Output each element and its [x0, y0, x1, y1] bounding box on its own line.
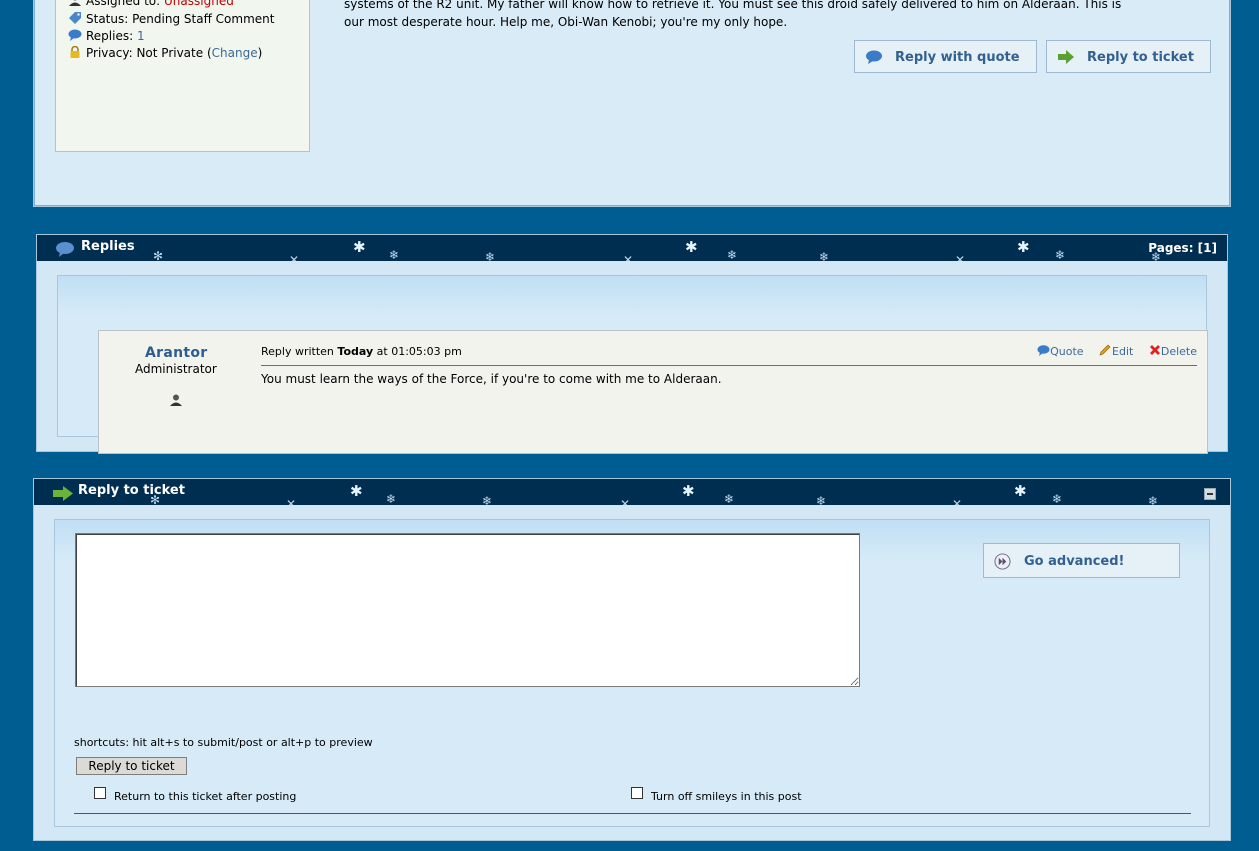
arrow-right-icon [53, 486, 73, 501]
lock-icon [70, 46, 80, 58]
ticket-info-box: Assigned to: Unassigned Status: Pending … [55, 0, 310, 152]
disable-smileys-checkbox[interactable] [631, 787, 643, 799]
reply-with-quote-label: Reply with quote [895, 50, 1020, 65]
assigned-value: Unassigned [164, 0, 234, 8]
reply-to-ticket-button[interactable]: Reply to ticket [1046, 40, 1211, 73]
go-advanced-button[interactable]: Go advanced! [983, 543, 1180, 578]
ticket-body-line: our most desperate hour. Help me, Obi-Wa… [344, 15, 788, 29]
delete-action[interactable]: Delete [1149, 345, 1197, 358]
quote-action[interactable]: Quote [1037, 345, 1084, 358]
delete-label: Delete [1160, 345, 1197, 358]
quote-label: Quote [1050, 345, 1084, 358]
form-divider [74, 813, 1191, 814]
arrow-right-icon [1058, 50, 1074, 64]
fast-forward-icon [994, 553, 1011, 570]
reply-with-quote-button[interactable]: Reply with quote [854, 40, 1037, 73]
collapse-button[interactable] [1204, 488, 1216, 500]
pencil-icon [1099, 344, 1111, 356]
reply-form-inner: Go advanced! shortcuts: hit alt+s to sub… [54, 519, 1210, 827]
reply-divider [261, 365, 1197, 366]
privacy-value: Not Private [136, 46, 204, 60]
poster-role: Administrator [135, 362, 217, 376]
status-label: Status: [86, 12, 129, 26]
speech-bubble-icon [866, 50, 882, 64]
reply-to-ticket-label: Reply to ticket [1087, 50, 1194, 65]
assigned-label: Assigned to: [86, 0, 161, 8]
return-to-ticket-checkbox[interactable] [94, 787, 106, 799]
go-advanced-label: Go advanced! [1024, 554, 1125, 569]
replies-line: Replies: 1 [68, 29, 145, 43]
replies-title: Replies [81, 239, 135, 254]
disable-smileys-option[interactable]: Turn off smileys in this post [631, 787, 802, 803]
replies-inner: Arantor Administrator Reply written Toda… [57, 275, 1208, 454]
pages-indicator[interactable]: Pages: [1] [1148, 241, 1217, 255]
ticket-body-line: systems of the R2 unit. My father will k… [344, 0, 1122, 11]
speech-bubble-icon [56, 242, 74, 257]
reply-meta: Reply written Today at 01:05:03 pm [261, 345, 462, 358]
replies-header: ✻ ✱ ✕ ❄ ❄ ✕ ✱ ❄ ❄ ✕ ✱ ❄ ❄ Replies Pages:… [37, 235, 1227, 261]
speech-bubble-icon [1037, 345, 1050, 356]
reply-meta-prefix: Reply written [261, 345, 334, 358]
edit-label: Edit [1112, 345, 1134, 358]
return-to-ticket-label: Return to this ticket after posting [114, 790, 297, 803]
reply-meta-time: at 01:05:03 pm [376, 345, 462, 358]
submit-reply-button[interactable]: Reply to ticket [76, 757, 187, 775]
reply-post: Arantor Administrator Reply written Toda… [98, 330, 1208, 454]
edit-action[interactable]: Edit [1099, 344, 1134, 358]
reply-form-section: ✻ ✱ ✕ ❄ ❄ ✕ ✱ ❄ ❄ ✕ ✱ ❄ ❄ Reply to ticke… [33, 478, 1231, 841]
reply-text: You must learn the ways of the Force, if… [261, 372, 722, 386]
replies-count-link[interactable]: 1 [137, 29, 145, 43]
user-icon [69, 0, 81, 6]
status-line: Status: Pending Staff Comment [68, 12, 274, 26]
poster-name[interactable]: Arantor [145, 345, 207, 361]
privacy-line: Privacy: Not Private (Change) [68, 46, 262, 60]
disable-smileys-label: Turn off smileys in this post [651, 790, 802, 803]
privacy-change-link[interactable]: Change [212, 46, 258, 60]
tag-icon [69, 12, 81, 24]
reply-textarea[interactable] [75, 533, 860, 687]
reply-form-header: ✻ ✱ ✕ ❄ ❄ ✕ ✱ ❄ ❄ ✕ ✱ ❄ ❄ Reply to ticke… [34, 479, 1230, 505]
reply-form-title: Reply to ticket [78, 483, 185, 498]
replies-label: Replies: [86, 29, 134, 43]
shortcuts-hint: shortcuts: hit alt+s to submit/post or a… [74, 736, 373, 749]
delete-x-icon [1149, 345, 1160, 355]
assigned-line: Assigned to: Unassigned [68, 0, 234, 8]
user-icon [170, 394, 182, 406]
replies-section: ✻ ✱ ✕ ❄ ❄ ✕ ✱ ❄ ❄ ✕ ✱ ❄ ❄ Replies Pages:… [36, 234, 1228, 454]
ticket-body: systems of the R2 unit. My father will k… [344, 0, 1214, 31]
reply-actions: Quote Edit Delete [1025, 344, 1197, 358]
return-to-ticket-option[interactable]: Return to this ticket after posting [94, 787, 296, 803]
reply-meta-day: Today [337, 345, 374, 358]
privacy-label: Privacy: [86, 46, 133, 60]
speech-bubble-icon [68, 29, 82, 41]
status-value: Pending Staff Comment [132, 12, 275, 26]
ticket-panel: Assigned to: Unassigned Status: Pending … [33, 0, 1231, 207]
